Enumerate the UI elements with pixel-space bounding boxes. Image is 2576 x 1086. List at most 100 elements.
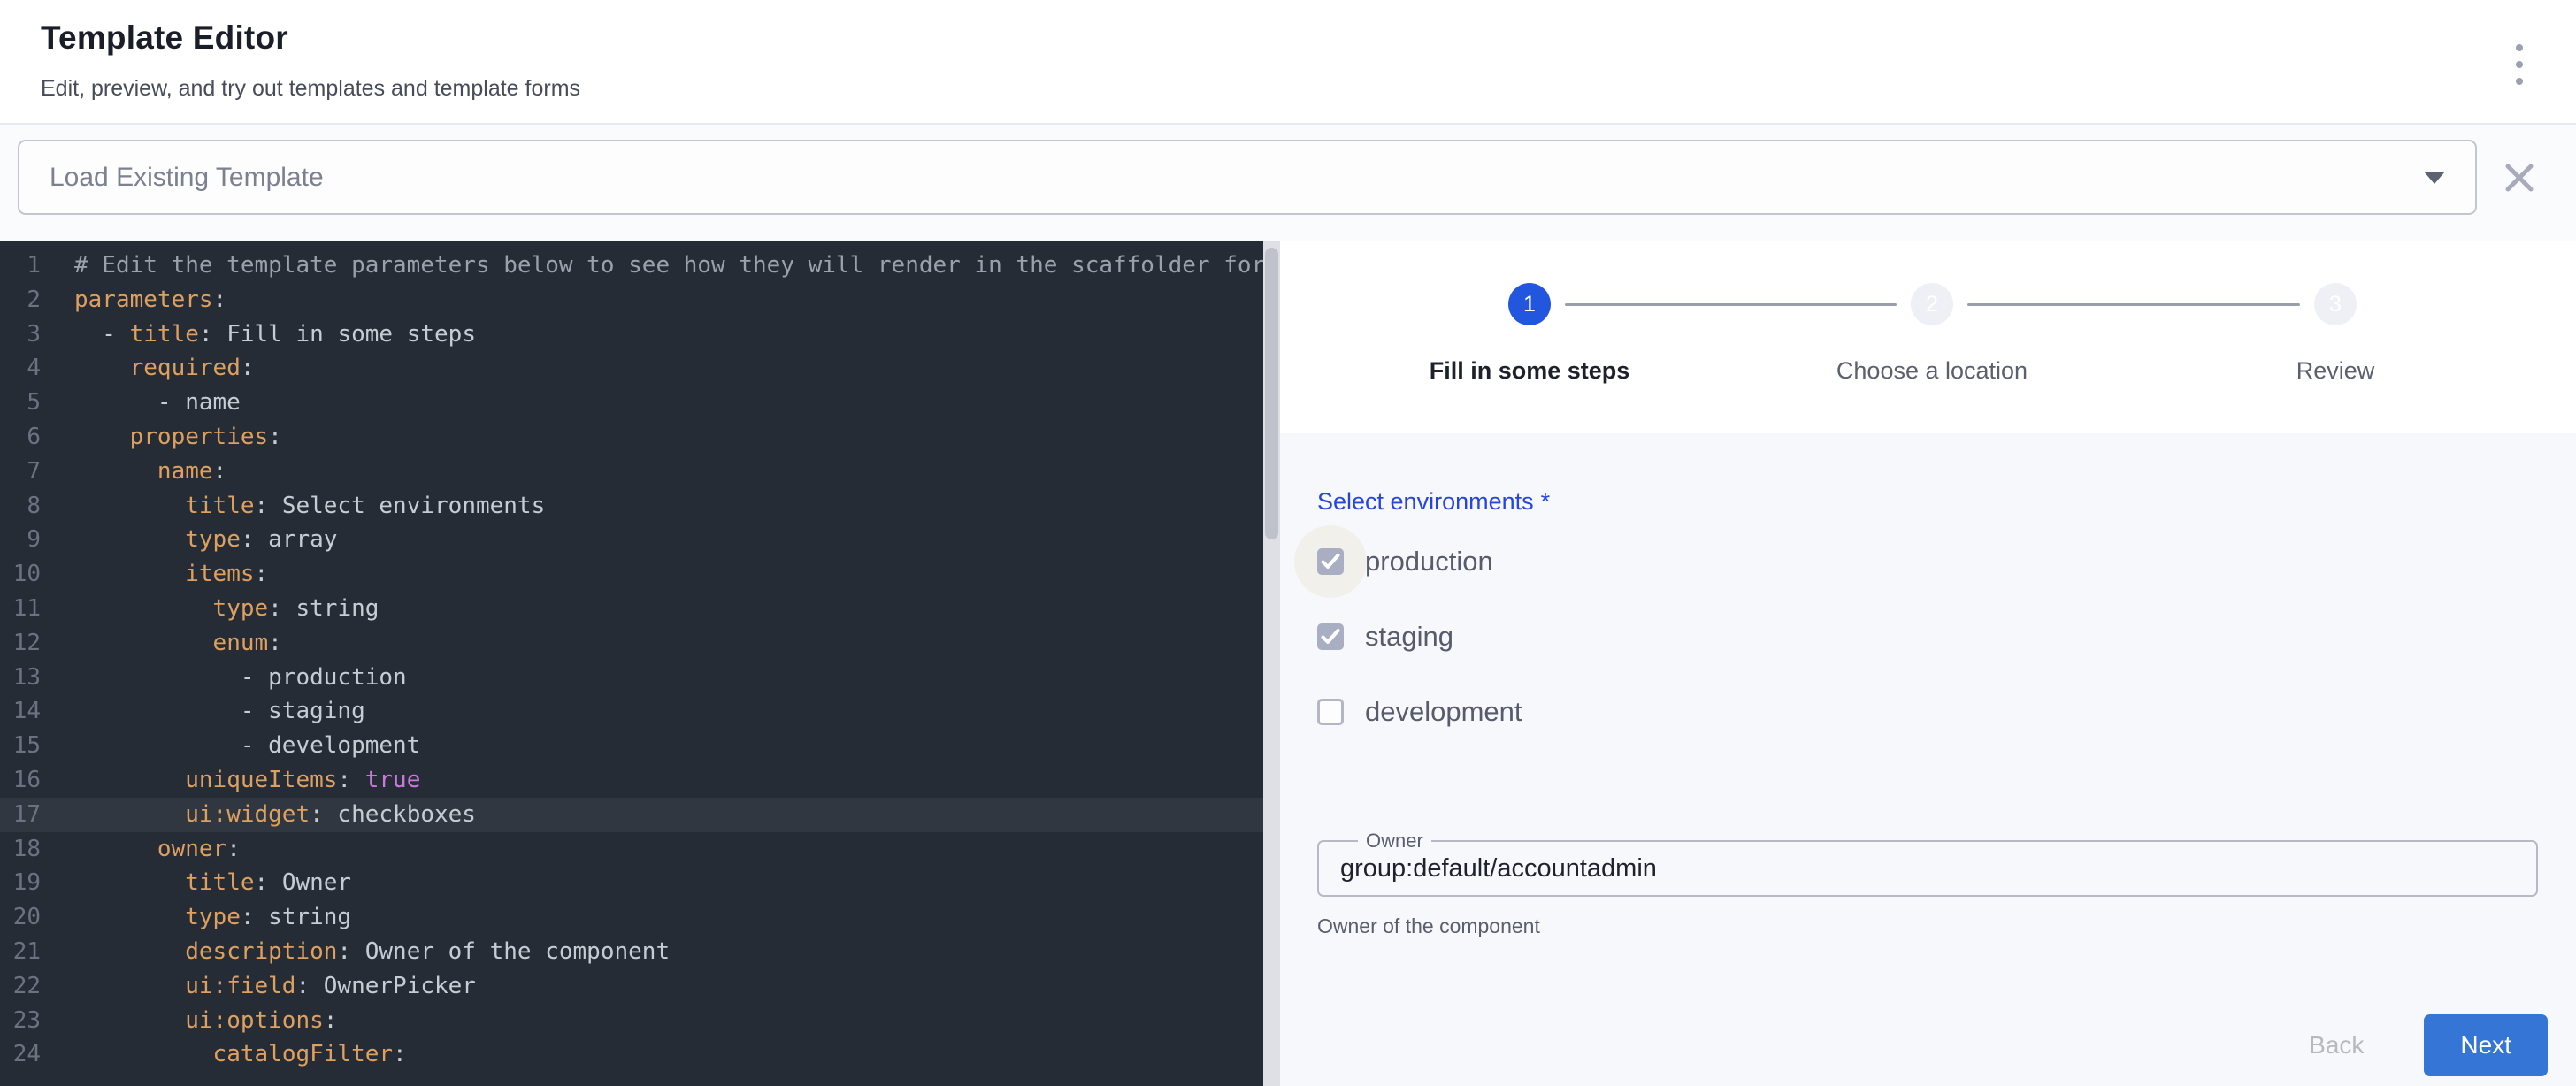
- code-line[interactable]: 21 description: Owner of the component: [0, 935, 1263, 969]
- code-text: - staging: [41, 694, 365, 729]
- code-line[interactable]: 14 - staging: [0, 694, 1263, 729]
- code-line[interactable]: 16 uniqueItems: true: [0, 763, 1263, 798]
- editor-scrollbar-thumb[interactable]: [1265, 248, 1278, 539]
- code-line[interactable]: 18 owner:: [0, 832, 1263, 867]
- code-text: - development: [41, 729, 420, 763]
- line-number: 12: [0, 626, 41, 661]
- code-line[interactable]: 12 enum:: [0, 626, 1263, 661]
- code-text: type: string: [41, 592, 379, 626]
- owner-helper-text: Owner of the component: [1317, 914, 2538, 938]
- editor-scrollbar[interactable]: [1263, 241, 1280, 1086]
- owner-field: Owner: [1317, 840, 2538, 897]
- back-button[interactable]: Back: [2295, 1022, 2378, 1068]
- step-label: Fill in some steps: [1430, 357, 1630, 385]
- step-connector: [1565, 303, 1897, 306]
- more-options-icon[interactable]: [2502, 44, 2537, 85]
- code-line[interactable]: 9 type: array: [0, 523, 1263, 557]
- load-template-row: Load Existing Template: [0, 125, 2576, 241]
- environment-options: production staging development: [1317, 540, 2576, 733]
- line-number: 24: [0, 1037, 41, 1072]
- env-option-row[interactable]: development: [1317, 691, 2576, 733]
- code-text: properties:: [41, 420, 282, 455]
- code-line[interactable]: 17 ui:widget: checkboxes: [0, 798, 1263, 832]
- code-line[interactable]: 20 type: string: [0, 900, 1263, 935]
- env-option-row[interactable]: production: [1317, 540, 2576, 583]
- line-number: 16: [0, 763, 41, 798]
- code-text: name:: [41, 455, 226, 489]
- close-icon[interactable]: [2502, 160, 2537, 195]
- checkbox-checked-icon[interactable]: [1317, 623, 1344, 650]
- step-circle-1: 1: [1508, 283, 1551, 325]
- owner-field-wrap: Owner Owner of the component: [1317, 840, 2538, 938]
- code-line[interactable]: 1# Edit the template parameters below to…: [0, 249, 1263, 283]
- code-line[interactable]: 11 type: string: [0, 592, 1263, 626]
- code-text: title: Owner: [41, 866, 351, 900]
- select-environments-label: Select environments*: [1317, 488, 2576, 516]
- code-text: type: array: [41, 523, 337, 557]
- page-header: Template Editor Edit, preview, and try o…: [0, 0, 2576, 125]
- line-number: 5: [0, 386, 41, 420]
- code-line[interactable]: 4 required:: [0, 351, 1263, 386]
- line-number: 3: [0, 317, 41, 352]
- code-text: description: Owner of the component: [41, 935, 670, 969]
- code-line[interactable]: 19 title: Owner: [0, 866, 1263, 900]
- code-line[interactable]: 2parameters:: [0, 283, 1263, 317]
- line-number: 9: [0, 523, 41, 557]
- step-connector: [1967, 303, 2300, 306]
- code-text: items:: [41, 557, 268, 592]
- form-surface: Select environments* production staging de…: [1280, 433, 2576, 1086]
- code-text: - name: [41, 386, 241, 420]
- env-option-label[interactable]: staging: [1365, 621, 1453, 653]
- code-line[interactable]: 6 properties:: [0, 420, 1263, 455]
- code-line[interactable]: 7 name:: [0, 455, 1263, 489]
- env-option-row[interactable]: staging: [1317, 616, 2576, 658]
- env-option-label[interactable]: production: [1365, 546, 1493, 577]
- code-line[interactable]: 23 ui:options:: [0, 1004, 1263, 1038]
- owner-field-label: Owner: [1358, 830, 1431, 853]
- line-number: 20: [0, 900, 41, 935]
- owner-input[interactable]: [1319, 842, 2536, 895]
- form-actions: Back Next: [2295, 1014, 2548, 1076]
- code-line[interactable]: 3 - title: Fill in some steps: [0, 317, 1263, 352]
- code-line[interactable]: 8 title: Select environments: [0, 489, 1263, 524]
- env-option-label[interactable]: development: [1365, 696, 1522, 728]
- stepper: 1Fill in some steps2Choose a location3Re…: [1280, 241, 2576, 433]
- checkbox-unchecked-icon[interactable]: [1317, 699, 1344, 725]
- line-number: 11: [0, 592, 41, 626]
- code-text: uniqueItems: true: [41, 763, 420, 798]
- step-label: Choose a location: [1836, 357, 2028, 385]
- line-number: 17: [0, 798, 41, 832]
- page-title: Template Editor: [41, 19, 2534, 57]
- line-number: 8: [0, 489, 41, 524]
- line-number: 4: [0, 351, 41, 386]
- step-circle-3: 3: [2314, 283, 2357, 325]
- code-text: parameters:: [41, 283, 226, 317]
- code-line[interactable]: 13 - production: [0, 661, 1263, 695]
- code-line[interactable]: 10 items:: [0, 557, 1263, 592]
- step-label: Review: [2296, 357, 2375, 385]
- code-text: ui:options:: [41, 1004, 337, 1038]
- content-split: 1# Edit the template parameters below to…: [0, 241, 2576, 1086]
- line-number: 21: [0, 935, 41, 969]
- code-line[interactable]: 24 catalogFilter:: [0, 1037, 1263, 1072]
- line-number: 14: [0, 694, 41, 729]
- code-line[interactable]: 15 - development: [0, 729, 1263, 763]
- next-button[interactable]: Next: [2424, 1014, 2548, 1076]
- load-template-select[interactable]: Load Existing Template: [18, 140, 2477, 215]
- code-editor[interactable]: 1# Edit the template parameters below to…: [0, 241, 1263, 1086]
- code-text: title: Select environments: [41, 489, 545, 524]
- code-text: ui:field: OwnerPicker: [41, 969, 476, 1004]
- code-text: - production: [41, 661, 407, 695]
- code-text: enum:: [41, 626, 282, 661]
- code-line[interactable]: 5 - name: [0, 386, 1263, 420]
- line-number: 7: [0, 455, 41, 489]
- template-editor-page: Template Editor Edit, preview, and try o…: [0, 0, 2576, 1086]
- checkbox-checked-icon[interactable]: [1317, 548, 1344, 575]
- code-line[interactable]: 22 ui:field: OwnerPicker: [0, 969, 1263, 1004]
- line-number: 1: [0, 249, 41, 283]
- line-number: 2: [0, 283, 41, 317]
- line-number: 13: [0, 661, 41, 695]
- code-text: type: string: [41, 900, 351, 935]
- line-number: 19: [0, 866, 41, 900]
- load-template-placeholder: Load Existing Template: [50, 163, 2424, 193]
